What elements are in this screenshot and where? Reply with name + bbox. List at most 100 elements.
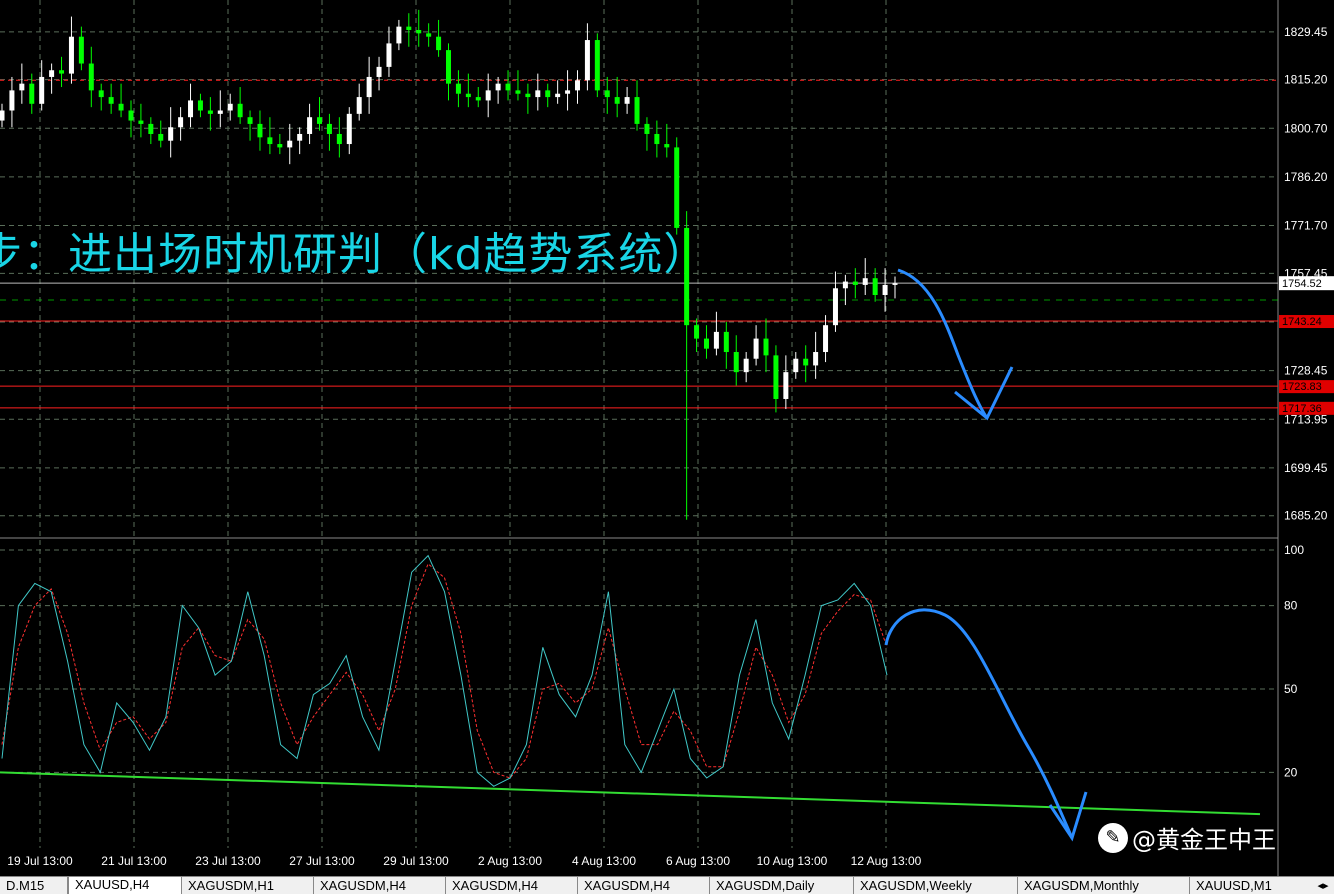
candle-body <box>495 83 501 91</box>
candle-body <box>118 103 124 111</box>
candle-body <box>237 103 243 118</box>
candle-body <box>852 281 858 285</box>
candle-body <box>773 355 779 399</box>
tab-scroll-arrows[interactable]: ◂▸ <box>1312 877 1334 894</box>
candle-body <box>188 100 194 118</box>
osc-tick-label: 80 <box>1284 599 1298 613</box>
price-tick-label: 1728.45 <box>1284 364 1328 378</box>
candle-body <box>29 83 35 104</box>
tab-3[interactable]: XAGUSDM,H4 <box>314 877 446 894</box>
candle-body <box>574 80 580 91</box>
candle-body <box>88 63 94 91</box>
candle-body <box>832 288 838 326</box>
candle-body <box>793 358 799 373</box>
price-tick-label: 1771.70 <box>1284 219 1328 233</box>
trading-chart[interactable]: 19 Jul 13:00 21 Jul 13:00 23 Jul 13:00 27 J… <box>0 0 1334 876</box>
level-label: 1743.24 <box>1282 316 1322 328</box>
x-tick-label: 2 Aug 13:00 <box>478 854 542 868</box>
candle-body <box>217 110 223 114</box>
tab-7[interactable]: XAGUSDM,Weekly <box>854 877 1018 894</box>
candle-body <box>842 281 848 289</box>
candle-body <box>257 123 263 138</box>
x-tick-label: 10 Aug 13:00 <box>757 854 828 868</box>
candle-body <box>59 70 65 74</box>
x-tick-label: 27 Jul 13:00 <box>289 854 355 868</box>
candle-body <box>862 278 868 285</box>
tab-8[interactable]: XAGUSDM,Monthly <box>1018 877 1190 894</box>
candle-body <box>287 140 293 148</box>
tab-1[interactable]: XAUUSD,H4 <box>68 877 182 894</box>
tab-6[interactable]: XAGUSDM,Daily <box>710 877 854 894</box>
candle-body <box>694 325 700 339</box>
candle-body <box>475 97 481 101</box>
candle-body <box>0 110 5 121</box>
candle-body <box>594 40 600 91</box>
candle-body <box>396 26 402 44</box>
x-tick-label: 29 Jul 13:00 <box>383 854 449 868</box>
current-price-label: 1754.52 <box>1282 278 1322 290</box>
candle-body <box>98 90 104 98</box>
candle-body <box>644 123 650 134</box>
candle-body <box>485 90 491 101</box>
candle-body <box>277 144 283 148</box>
candle-body <box>9 90 15 111</box>
candle-body <box>515 90 521 94</box>
weibo-logo-icon: ✎ <box>1098 822 1128 853</box>
candle-body <box>108 97 114 104</box>
level-label: 1717.36 <box>1282 403 1322 415</box>
price-tick-label: 1685.20 <box>1284 509 1328 523</box>
candle-body <box>525 93 531 98</box>
osc-tick-label: 50 <box>1284 682 1298 696</box>
candle-body <box>267 137 273 145</box>
candle-body <box>326 123 332 134</box>
candle-body <box>703 338 709 349</box>
tab-4[interactable]: XAGUSDM,H4 <box>446 877 578 894</box>
tab-2[interactable]: XAGUSDM,H1 <box>182 877 314 894</box>
level-label: 1723.83 <box>1282 381 1322 393</box>
candle-body <box>426 33 432 37</box>
candle-body <box>78 36 84 64</box>
tab-9[interactable]: XAUUSD,M1 <box>1190 877 1320 894</box>
candle-body <box>346 113 352 145</box>
candle-body <box>307 117 313 134</box>
candle-body <box>446 50 451 84</box>
tab-0[interactable]: D.M15 <box>0 877 68 894</box>
watermark-text: @黄金王中王 <box>1132 826 1276 854</box>
tab-5[interactable]: XAGUSDM,H4 <box>578 877 710 894</box>
price-tick-label: 1786.20 <box>1284 170 1328 184</box>
x-tick-label: 6 Aug 13:00 <box>666 854 730 868</box>
candle-body <box>892 283 898 285</box>
candle-body <box>49 70 55 77</box>
candle-body <box>664 144 670 148</box>
candle-body <box>813 352 819 366</box>
candle-body <box>803 358 809 366</box>
x-tick-label: 12 Aug 13:00 <box>851 854 922 868</box>
candle-body <box>247 117 253 124</box>
candle-body <box>584 40 590 81</box>
candle-body <box>763 338 769 356</box>
candle-body <box>178 117 184 128</box>
chart-tab-bar: D.M15 XAUUSD,H4 XAGUSDM,H1 XAGUSDM,H4 XA… <box>0 876 1334 894</box>
candle-body <box>227 103 233 111</box>
candle-body <box>733 352 739 373</box>
candle-body <box>882 284 888 295</box>
osc-tick-label: 100 <box>1284 543 1304 557</box>
candle-body <box>317 117 323 124</box>
candle-body <box>872 278 878 295</box>
candle-body <box>743 358 749 373</box>
candle-body <box>376 66 382 77</box>
candle-body <box>128 110 134 121</box>
candle-body <box>207 110 213 114</box>
candle-body <box>356 97 362 114</box>
watermark: ✎ @黄金王中王 <box>1098 820 1276 855</box>
osc-tick-label: 20 <box>1284 765 1298 779</box>
candle-body <box>674 147 680 228</box>
candle-body <box>783 372 789 399</box>
candle-body <box>68 36 74 74</box>
candle-body <box>416 29 422 34</box>
price-tick-label: 1815.20 <box>1284 73 1328 87</box>
candle-body <box>386 43 392 67</box>
candle-body <box>565 90 571 94</box>
candle-body <box>19 83 25 91</box>
candle-body <box>197 100 203 111</box>
